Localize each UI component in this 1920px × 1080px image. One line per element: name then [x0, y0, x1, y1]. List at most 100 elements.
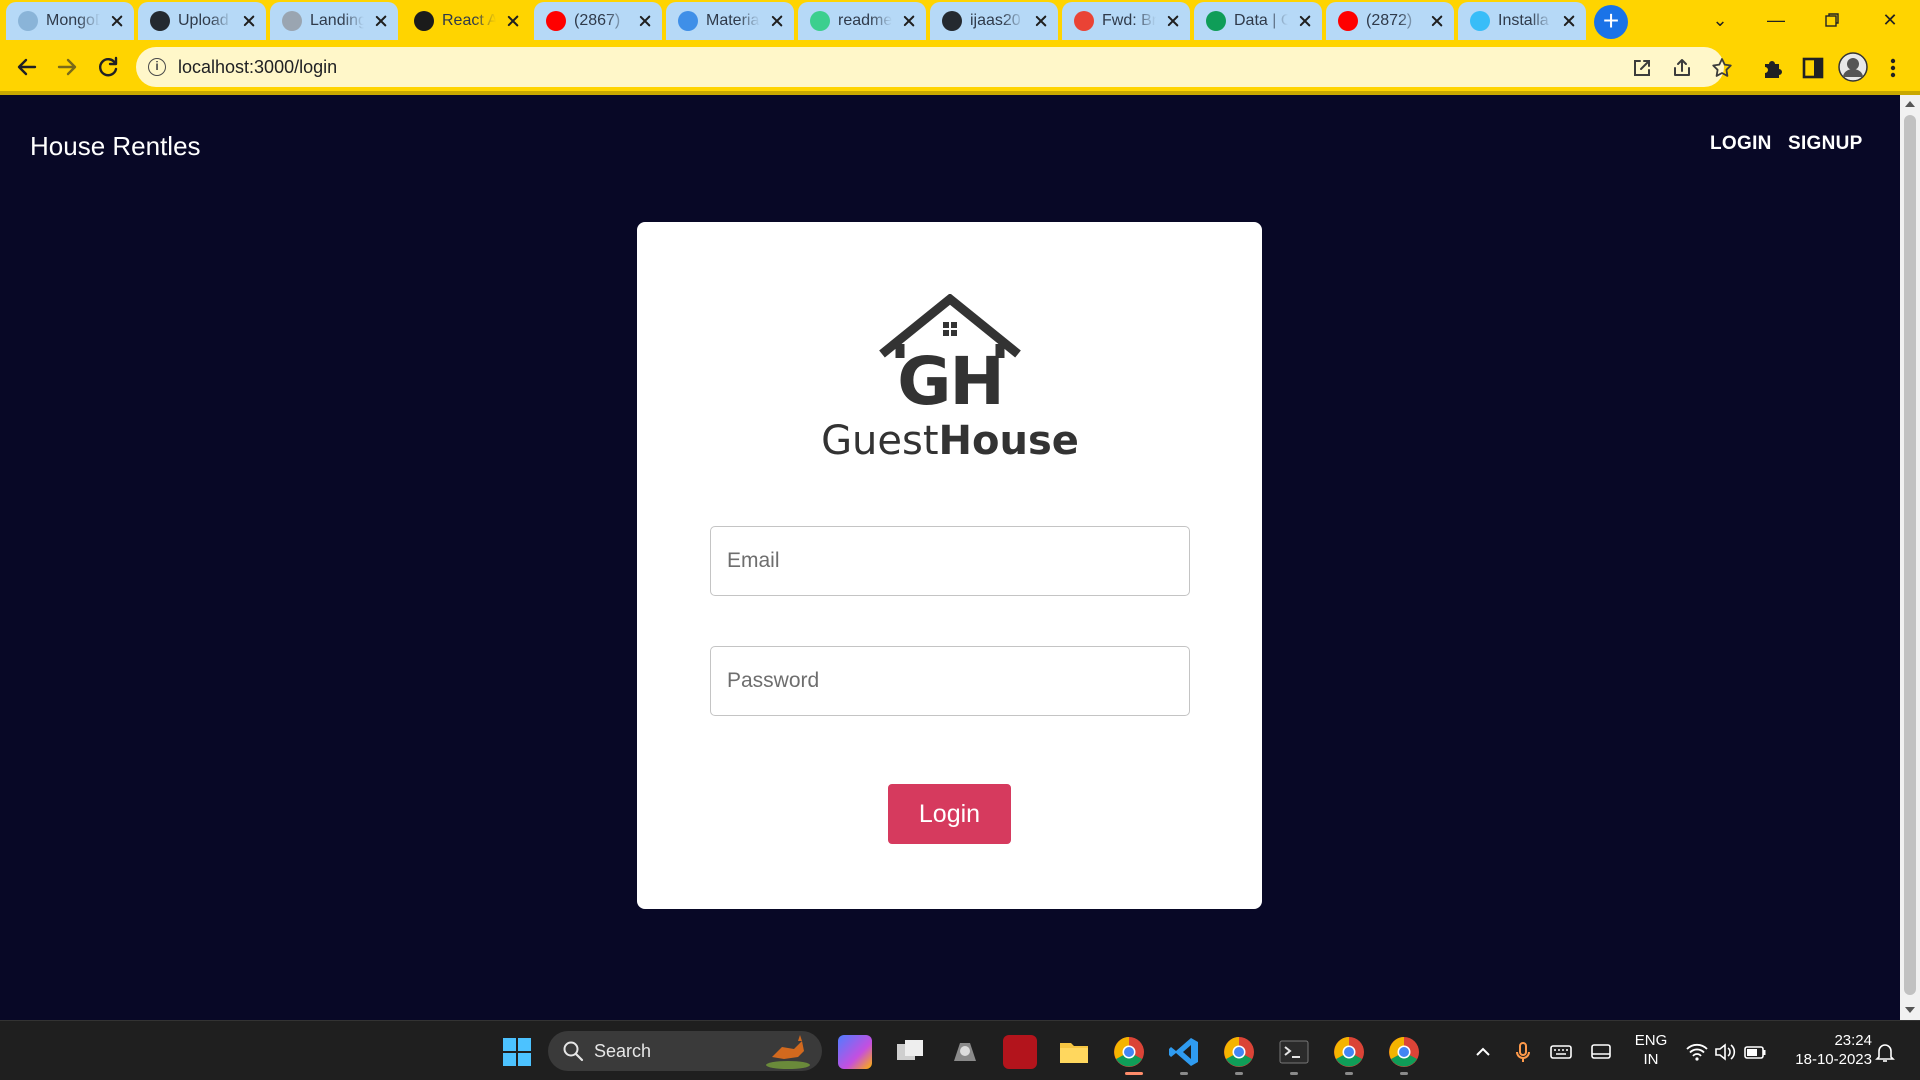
tab-title: Upload [178, 12, 229, 29]
browser-tab[interactable]: Data | C [1194, 2, 1322, 40]
copilot-app-icon[interactable] [838, 1035, 872, 1069]
task-view-icon[interactable] [893, 1035, 927, 1069]
close-tab-icon[interactable] [768, 12, 786, 30]
share-icon[interactable] [1670, 56, 1694, 80]
logo-word-house: House [939, 418, 1079, 464]
browser-tab[interactable]: Installa [1458, 2, 1586, 40]
scroll-down-arrow-icon[interactable] [1905, 1007, 1915, 1013]
browser-tab[interactable]: (2867) [534, 2, 662, 40]
chrome-profile-1-icon[interactable] [1112, 1035, 1146, 1069]
active-app-indicator [1125, 1072, 1143, 1075]
react-icon [414, 11, 434, 31]
taskbar-search[interactable]: Search [548, 1031, 822, 1071]
browser-tab[interactable]: Material [666, 2, 794, 40]
login-card: GH GuestHouse Login [637, 222, 1262, 909]
logo-word-guest: Guest [821, 418, 938, 464]
input-language[interactable]: ENG IN [1630, 1031, 1672, 1069]
address-bar[interactable]: i localhost:3000/login [136, 47, 1732, 87]
taskbar-search-label: Search [594, 1041, 652, 1061]
start-windows-icon[interactable] [500, 1035, 534, 1069]
github-icon [942, 11, 962, 31]
password-input[interactable] [710, 646, 1190, 716]
bookmark-star-icon[interactable] [1710, 56, 1734, 80]
close-tab-icon[interactable] [372, 12, 390, 30]
wifi-icon[interactable] [1684, 1039, 1710, 1065]
tab-search-chevron-icon[interactable]: ⌄ [1700, 6, 1740, 34]
close-tab-icon[interactable] [1560, 12, 1578, 30]
chrome-profile-3-icon[interactable] [1332, 1035, 1366, 1069]
windows-taskbar: Search ENG IN 23:24 18-10-2023 [0, 1020, 1920, 1080]
close-tab-icon[interactable] [1164, 12, 1182, 30]
browser-menu-icon[interactable] [1880, 55, 1906, 81]
close-window-button[interactable]: ✕ [1870, 6, 1910, 34]
close-tab-icon[interactable] [636, 12, 654, 30]
tray-overflow-chevron-icon[interactable] [1470, 1039, 1496, 1065]
app-indicator [1235, 1072, 1243, 1075]
forward-button[interactable] [50, 50, 84, 84]
site-info-icon[interactable]: i [148, 58, 166, 76]
notification-bell-icon[interactable] [1872, 1039, 1898, 1065]
reload-button[interactable] [91, 50, 125, 84]
chrome-profile-2-icon[interactable] [1222, 1035, 1256, 1069]
browser-tab[interactable]: Upload [138, 2, 266, 40]
chrome-profile-4-icon[interactable] [1387, 1035, 1421, 1069]
vscode-icon[interactable] [1167, 1035, 1201, 1069]
tab-title: MongoDB [46, 12, 100, 29]
page-viewport: House Rentles LOGIN SIGNUP GH GuestHouse… [0, 95, 1900, 1020]
logo-wordmark: GuestHouse [821, 418, 1079, 464]
search-highlight-fox-icon [766, 1035, 810, 1069]
new-tab-button[interactable]: + [1594, 5, 1628, 39]
close-tab-icon[interactable] [240, 12, 258, 30]
close-tab-icon[interactable] [1032, 12, 1050, 30]
tab-title: Landing [310, 12, 364, 29]
clock-time: 23:24 [1834, 1032, 1872, 1049]
keyboard-icon[interactable] [1548, 1039, 1574, 1065]
terminal-icon[interactable] [1277, 1035, 1311, 1069]
volume-icon[interactable] [1712, 1039, 1738, 1065]
app-indicator [1290, 1072, 1298, 1075]
game-app-icon[interactable] [948, 1035, 982, 1069]
youtube-icon [546, 11, 566, 31]
open-in-app-icon[interactable] [1630, 56, 1654, 80]
page-scrollbar[interactable] [1900, 95, 1920, 1020]
browser-tab[interactable]: Fwd: Br [1062, 2, 1190, 40]
scroll-thumb[interactable] [1904, 115, 1916, 995]
arrow-right-icon [57, 58, 77, 76]
minimize-button[interactable]: — [1756, 6, 1796, 34]
display-icon[interactable] [1588, 1039, 1614, 1065]
tab-title: React App [442, 12, 496, 29]
app-indicator [1345, 1072, 1353, 1075]
scroll-up-arrow-icon[interactable] [1905, 101, 1915, 107]
back-button[interactable] [10, 50, 44, 84]
nav-login-link[interactable]: LOGIN [1710, 133, 1772, 155]
url-text[interactable]: localhost:3000/login [178, 57, 337, 78]
close-tab-icon[interactable] [1428, 12, 1446, 30]
browser-tab[interactable]: MongoDB [6, 2, 134, 40]
microphone-icon[interactable] [1510, 1039, 1536, 1065]
close-tab-icon[interactable] [108, 12, 126, 30]
globe-icon [282, 11, 302, 31]
close-tab-icon[interactable] [1296, 12, 1314, 30]
spiderman-game-icon[interactable] [1003, 1035, 1037, 1069]
browser-tab[interactable]: React App [402, 2, 530, 40]
browser-toolbar: i localhost:3000/login [0, 40, 1920, 94]
brand-title[interactable]: House Rentles [30, 131, 201, 162]
tab-title: Data | C [1234, 12, 1288, 29]
close-tab-icon[interactable] [900, 12, 918, 30]
extensions-puzzle-icon[interactable] [1760, 55, 1786, 81]
browser-tab[interactable]: readme [798, 2, 926, 40]
browser-tab[interactable]: (2872) [1326, 2, 1454, 40]
email-input[interactable] [710, 526, 1190, 596]
clock[interactable]: 23:24 18-10-2023 [1782, 1031, 1872, 1069]
search-icon [563, 1041, 584, 1062]
browser-tab[interactable]: ijaas20 [930, 2, 1058, 40]
restore-button[interactable] [1812, 6, 1852, 34]
profile-avatar[interactable] [1838, 52, 1868, 82]
login-submit-button[interactable]: Login [888, 784, 1011, 844]
battery-icon[interactable] [1742, 1039, 1768, 1065]
close-tab-icon[interactable] [504, 12, 522, 30]
nav-signup-link[interactable]: SIGNUP [1788, 133, 1863, 155]
side-panel-icon[interactable] [1800, 55, 1826, 81]
file-explorer-icon[interactable] [1057, 1035, 1091, 1069]
browser-tab[interactable]: Landing [270, 2, 398, 40]
